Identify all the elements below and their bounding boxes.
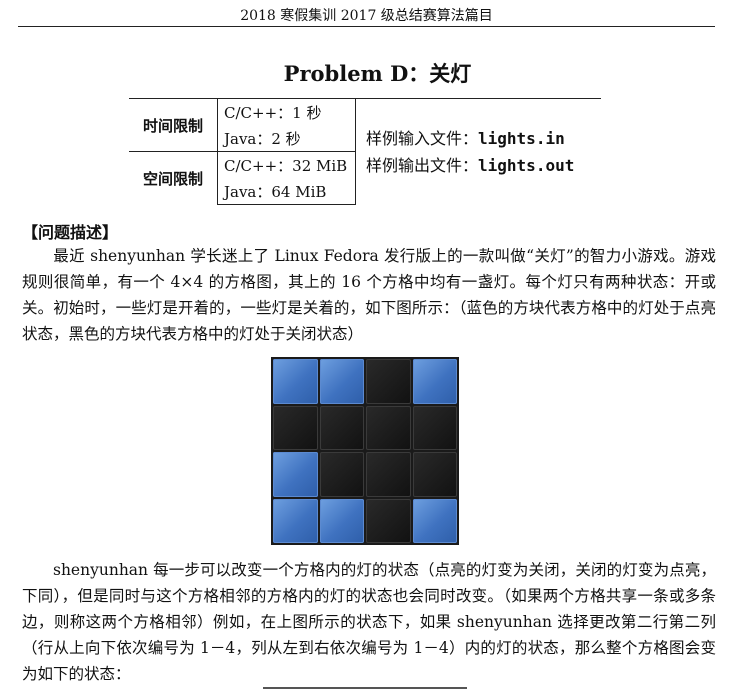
light-cell-r3-c1-on	[273, 452, 318, 497]
space-limit-label: 空间限制	[129, 151, 218, 205]
light-cell-r4-c4-on	[412, 498, 457, 543]
paragraph-2-text: shenyunhan 每一步可以改变一个方格内的灯的状态（点亮的灯变为关闭，关闭…	[22, 561, 716, 683]
light-cell-r1-c2-on	[319, 359, 364, 404]
space-limit-java: Java：64 MiB	[217, 178, 356, 205]
sample-files: 样例输入文件：lights.in 样例输出文件：lights.out	[355, 98, 601, 205]
light-cell-r3-c4-off	[412, 452, 457, 497]
time-limit-cpp: C/C++：1 秒	[217, 98, 356, 125]
sample-input-file: lights.in	[478, 128, 565, 148]
time-limit-label: 时间限制	[129, 98, 218, 152]
light-cell-r4-c2-on	[319, 498, 364, 543]
paragraph-1-text: 最近 shenyunhan 学长迷上了 Linux Fedora 发行版上的一款…	[22, 247, 716, 343]
description-paragraph-2: shenyunhan 每一步可以改变一个方格内的灯的状态（点亮的灯变为关闭，关闭…	[22, 557, 716, 687]
light-cell-r4-c1-on	[273, 498, 318, 543]
light-cell-r1-c3-off	[366, 359, 411, 404]
light-cell-r3-c2-off	[319, 452, 364, 497]
sample-output-row: 样例输出文件：lights.out	[366, 152, 595, 179]
space-limit-cpp: C/C++：32 MiB	[217, 151, 356, 178]
sample-output-label: 样例输出文件：	[366, 155, 479, 175]
sample-input-label: 样例输入文件：	[366, 128, 479, 148]
light-cell-r2-c1-off	[273, 405, 318, 450]
light-cell-r4-c3-off	[366, 498, 411, 543]
page-header: 2018 寒假集训 2017 级总结赛算法篇目	[18, 6, 715, 27]
time-limit-java: Java：2 秒	[217, 125, 356, 152]
section-title: 【问题描述】	[22, 223, 119, 242]
light-cell-r2-c2-off	[319, 405, 364, 450]
light-cell-r2-c3-off	[366, 405, 411, 450]
limits-table: 时间限制 C/C++：1 秒 样例输入文件：lights.in 样例输出文件：l…	[129, 98, 601, 205]
light-grid	[271, 357, 459, 545]
light-cell-r1-c4-on	[412, 359, 457, 404]
sample-input-row: 样例输入文件：lights.in	[366, 125, 595, 152]
light-cell-r3-c3-off	[366, 452, 411, 497]
description-paragraph-1: 最近 shenyunhan 学长迷上了 Linux Fedora 发行版上的一款…	[22, 243, 716, 347]
problem-title: Problem D：关灯	[283, 61, 472, 86]
light-cell-r1-c1-on	[273, 359, 318, 404]
sample-output-file: lights.out	[478, 155, 575, 175]
light-cell-r2-c4-off	[412, 405, 457, 450]
